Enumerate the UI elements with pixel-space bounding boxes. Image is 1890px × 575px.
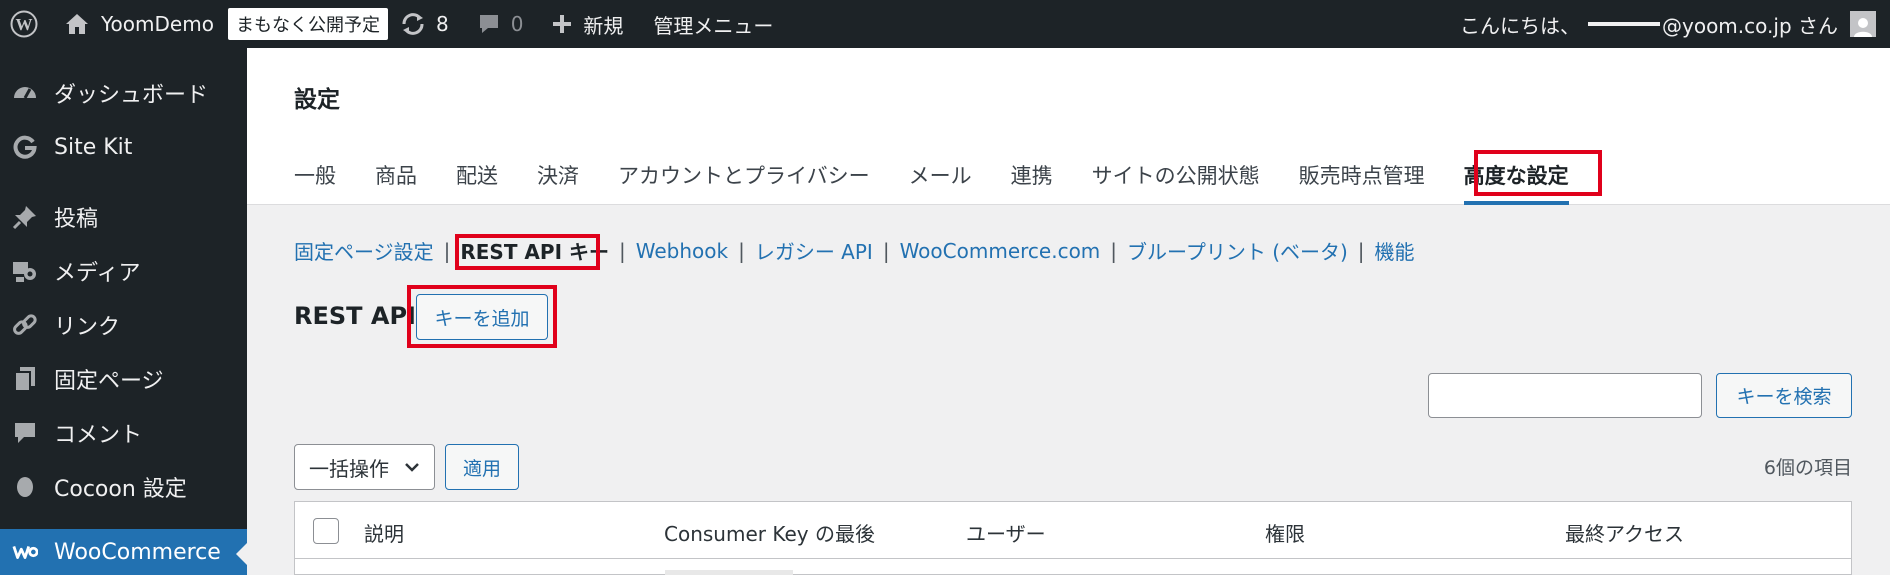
wordpress-logo-icon[interactable]: W [0, 0, 48, 48]
page-title: 設定 [294, 87, 340, 113]
bulk-actions-selected: 一括操作 [309, 456, 389, 481]
comment-icon [12, 420, 38, 446]
sidebar-item-posts[interactable]: 投稿 [0, 192, 247, 242]
subnav-woocommerce-com[interactable]: WooCommerce.com [900, 239, 1101, 263]
search-keys-input[interactable] [1428, 373, 1702, 418]
comments-count: 0 [510, 12, 524, 36]
section-title: REST API [294, 302, 416, 330]
site-name-link[interactable]: YoomDemo [65, 0, 214, 48]
tab-accounts-privacy[interactable]: アカウントとプライバシー [618, 160, 870, 205]
subnav-separator: | [1110, 238, 1118, 263]
link-icon [12, 312, 38, 338]
admin-menu-label: 管理メニュー [653, 13, 774, 38]
subnav-page-setup[interactable]: 固定ページ設定 [294, 236, 434, 265]
highlight-add-key-button [407, 285, 557, 348]
comment-bubble-icon [479, 15, 498, 33]
column-last-access[interactable]: 最終アクセス [1565, 518, 1684, 547]
updates-count: 8 [435, 12, 449, 36]
table-row [665, 570, 793, 575]
woocommerce-icon [12, 539, 38, 565]
cocoon-icon [12, 474, 38, 500]
coming-soon-badge[interactable]: まもなく公開予定 [227, 8, 388, 40]
sidebar-item-pages[interactable]: 固定ページ [0, 354, 247, 404]
pushpin-icon [12, 204, 38, 230]
subnav-blueprint-beta[interactable]: ブループリント (ベータ) [1127, 236, 1348, 265]
sidebar-item-links[interactable]: リンク [0, 300, 247, 350]
keys-table: 説明 Consumer Key の最後 ユーザー 権限 最終アクセス [294, 501, 1852, 575]
table-header: 説明 Consumer Key の最後 ユーザー 権限 最終アクセス [295, 502, 1851, 559]
user-account-link[interactable]: こんにちは、 @yoom.co.jp さん [1460, 0, 1890, 48]
tab-emails[interactable]: メール [909, 160, 972, 205]
settings-header: 設定 一般 商品 配送 決済 アカウントとプライバシー メール 連携 サイトの公… [247, 48, 1890, 205]
column-user[interactable]: ユーザー [966, 518, 1046, 547]
comments-link[interactable]: 0 [477, 0, 524, 48]
subnav-webhooks[interactable]: Webhook [636, 239, 728, 263]
bulk-actions-select[interactable]: 一括操作 [294, 444, 435, 490]
updates-link[interactable]: 8 [400, 0, 449, 48]
tab-products[interactable]: 商品 [375, 160, 417, 205]
chevron-down-icon [405, 463, 419, 472]
tab-payments[interactable]: 決済 [537, 160, 579, 205]
subnav-separator: | [882, 238, 890, 263]
sidebar-item-cocoon-settings[interactable]: Cocoon 設定 [0, 462, 247, 512]
svg-text:W: W [16, 15, 33, 34]
sidebar-item-site-kit[interactable]: Site Kit [0, 122, 247, 172]
avatar[interactable] [1850, 11, 1876, 37]
tab-integration[interactable]: 連携 [1011, 160, 1053, 205]
media-icon [12, 258, 38, 284]
user-email-suffix: @yoom.co.jp さん [1662, 13, 1838, 38]
updates-icon [402, 13, 424, 35]
subnav-separator: | [738, 238, 745, 263]
sidebar-item-comments[interactable]: コメント [0, 408, 247, 458]
admin-menu-link[interactable]: 管理メニュー [653, 0, 773, 48]
dashboard-icon [12, 80, 38, 106]
tab-general[interactable]: 一般 [294, 160, 336, 205]
search-keys-button[interactable]: キーを検索 [1716, 373, 1852, 418]
user-avatar-icon [1854, 18, 1872, 37]
home-icon [66, 14, 88, 34]
site-name: YoomDemo [101, 12, 214, 36]
google-g-icon [12, 134, 38, 160]
column-permissions[interactable]: 権限 [1265, 518, 1305, 547]
admin-bar: W YoomDemo まもなく公開予定 8 0 新規 管理メニュー こんにちは、… [0, 0, 1890, 48]
tab-point-of-sale[interactable]: 販売時点管理 [1299, 160, 1425, 205]
highlight-rest-api-keys [455, 234, 600, 270]
subnav-separator: | [618, 238, 626, 263]
select-all-checkbox[interactable] [313, 518, 339, 544]
highlight-advanced-tab [1474, 150, 1602, 196]
greeting-text: こんにちは、 [1460, 13, 1580, 38]
tab-site-visibility[interactable]: サイトの公開状態 [1092, 160, 1260, 205]
subnav-features[interactable]: 機能 [1375, 236, 1415, 265]
plus-icon [553, 15, 572, 33]
admin-sidebar: ダッシュボード Site Kit 投稿 メディア リンク 固定ページ コメント … [0, 48, 247, 575]
new-label: 新規 [583, 13, 624, 38]
items-count: 6個の項目 [1763, 457, 1852, 479]
redacted-username [1588, 22, 1660, 26]
new-content-link[interactable]: 新規 [551, 0, 623, 48]
subnav-separator: | [443, 238, 451, 263]
apply-button[interactable]: 適用 [445, 444, 519, 490]
subnav-separator: | [1357, 238, 1365, 263]
settings-tabs: 一般 商品 配送 決済 アカウントとプライバシー メール 連携 サイトの公開状態… [294, 160, 1608, 205]
sidebar-item-woocommerce[interactable]: WooCommerce [0, 529, 247, 575]
column-description[interactable]: 説明 [364, 518, 404, 547]
sidebar-item-media[interactable]: メディア [0, 246, 247, 296]
column-consumer-key[interactable]: Consumer Key の最後 [664, 518, 875, 547]
pages-icon [12, 366, 38, 392]
active-menu-arrow [236, 543, 247, 565]
sidebar-item-dashboard[interactable]: ダッシュボード [0, 68, 247, 118]
subnav-legacy-api[interactable]: レガシー API [755, 236, 873, 265]
tab-shipping[interactable]: 配送 [456, 160, 498, 205]
